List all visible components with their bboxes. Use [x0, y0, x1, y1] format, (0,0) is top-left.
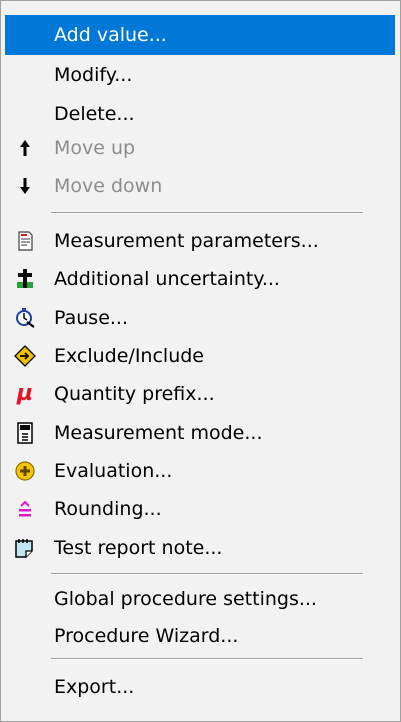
menu-separator: [51, 573, 363, 575]
menu-item-quantity-prefix[interactable]: µ Quantity prefix...: [5, 374, 395, 414]
menu-item-global-procedure-settings[interactable]: Global procedure settings...: [5, 579, 395, 619]
menu-item-label: Move up: [54, 137, 136, 159]
menu-item-label: Modify...: [54, 64, 133, 86]
diamond-icon: [14, 345, 36, 367]
menu-item-label: Procedure Wizard...: [54, 625, 239, 647]
menu-item-label: Add value...: [54, 24, 167, 46]
menu-item-label: Measurement parameters...: [54, 230, 319, 252]
document-icon: [18, 231, 33, 251]
menu-item-measurement-mode[interactable]: Measurement mode...: [5, 413, 395, 453]
menu-item-label: Evaluation...: [54, 460, 173, 482]
menu-item-add-value[interactable]: Add value...: [5, 15, 395, 55]
menu-item-label: Measurement mode...: [54, 422, 263, 444]
menu-item-label: Additional uncertainty...: [54, 268, 280, 290]
menu-item-move-down[interactable]: Move down: [5, 166, 395, 206]
menu-item-rounding[interactable]: Rounding...: [5, 489, 395, 529]
rounding-icon: [19, 500, 31, 517]
menu-item-pause[interactable]: Pause...: [5, 298, 395, 338]
evaluation-circle-icon: [15, 461, 35, 481]
menu-item-modify[interactable]: Modify...: [5, 55, 395, 95]
menu-item-additional-uncertainty[interactable]: Additional uncertainty...: [5, 259, 395, 299]
menu-item-label: Export...: [54, 676, 135, 698]
menu-item-label: Quantity prefix...: [54, 383, 215, 405]
context-menu: Add value... Modify... Delete... Move up…: [0, 0, 401, 722]
menu-separator: [51, 212, 363, 214]
menu-item-evaluation[interactable]: Evaluation...: [5, 451, 395, 491]
menu-separator: [51, 658, 363, 660]
menu-item-label: Test report note...: [54, 537, 223, 559]
meter-icon: [17, 422, 33, 444]
menu-item-exclude-include[interactable]: Exclude/Include: [5, 336, 395, 376]
arrow-down-icon: [20, 178, 30, 194]
plus-minus-icon: [17, 269, 33, 288]
menu-item-export[interactable]: Export...: [5, 667, 395, 707]
note-icon: [15, 539, 33, 558]
menu-item-label: Global procedure settings...: [54, 588, 317, 610]
menu-item-procedure-wizard[interactable]: Procedure Wizard...: [5, 616, 395, 656]
menu-item-label: Pause...: [54, 307, 128, 329]
menu-item-label: Rounding...: [54, 498, 162, 520]
mu-icon: µ: [16, 381, 34, 406]
menu-item-label: Exclude/Include: [54, 345, 204, 367]
menu-item-move-up[interactable]: Move up: [5, 128, 395, 168]
menu-item-label: Move down: [54, 175, 163, 197]
stopwatch-icon: [16, 308, 35, 328]
menu-item-test-report-note[interactable]: Test report note...: [5, 528, 395, 568]
menu-item-measurement-parameters[interactable]: Measurement parameters...: [5, 221, 395, 261]
arrow-up-icon: [20, 140, 30, 156]
